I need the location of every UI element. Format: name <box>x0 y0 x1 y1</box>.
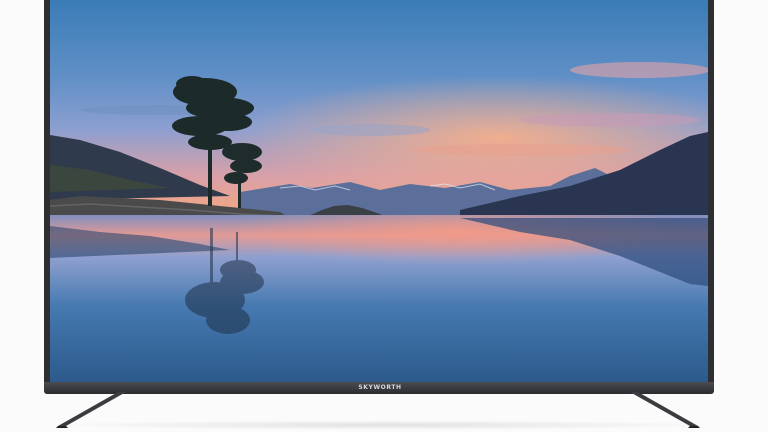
floor-shadow <box>40 420 730 430</box>
tv-stand-right <box>630 392 700 428</box>
tv-screen <box>50 0 708 382</box>
tv-stand-left <box>56 392 126 428</box>
brand-logo: SKYWORTH <box>358 384 402 391</box>
product-photo: SKYWORTH <box>0 0 768 432</box>
landscape-wallpaper <box>50 0 708 382</box>
television: SKYWORTH <box>44 0 714 394</box>
